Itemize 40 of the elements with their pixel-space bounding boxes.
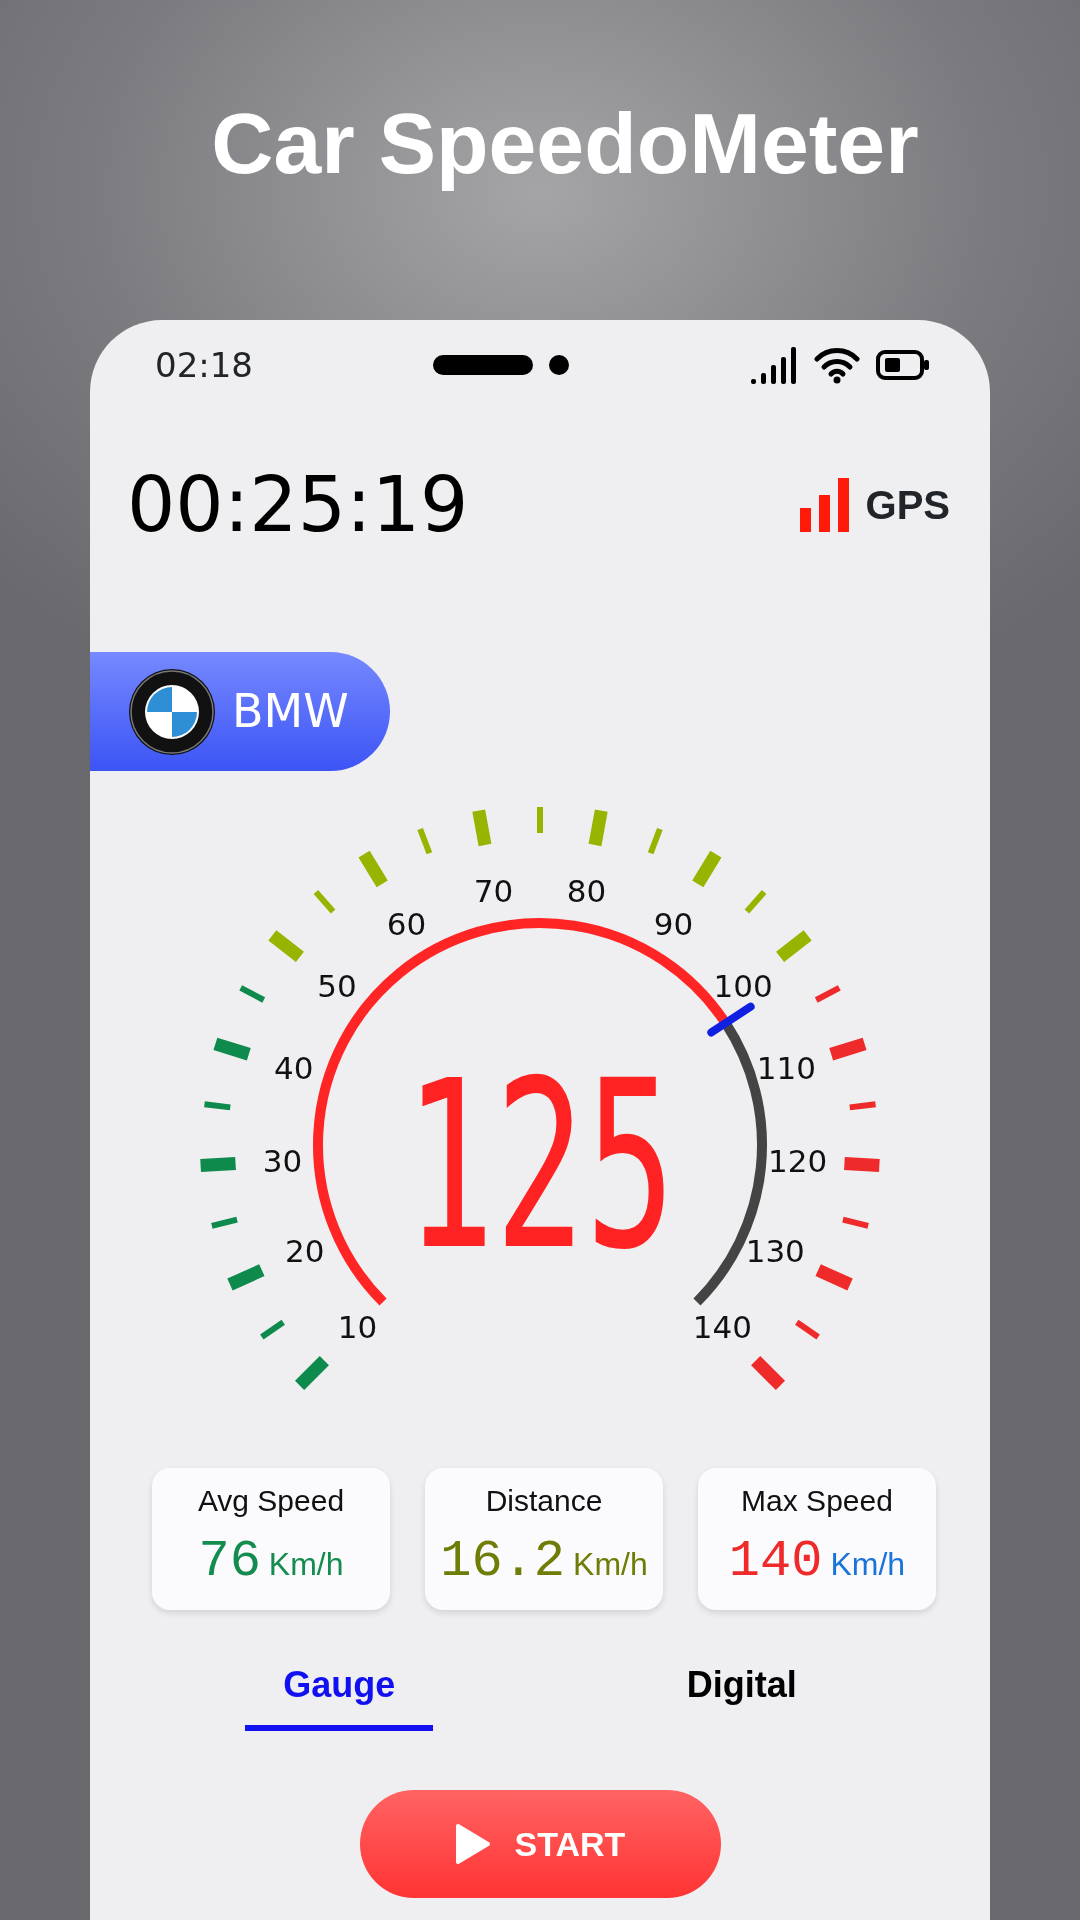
speed-reading: 125	[404, 1029, 676, 1301]
scale-label: 70	[473, 873, 514, 910]
gps-label: GPS	[865, 482, 950, 529]
scale-label: 80	[566, 873, 607, 910]
car-brand-pill[interactable]: BMW	[90, 652, 390, 771]
scale-label: 140	[692, 1309, 752, 1346]
logo-icon	[128, 667, 216, 756]
tab[interactable]: Gauge	[283, 1645, 396, 1725]
scale-label: 120	[767, 1142, 828, 1179]
car-brand-label: BMW	[232, 683, 349, 740]
scale-label: 40	[273, 1050, 314, 1087]
scale-label: 30	[262, 1142, 303, 1179]
scale-label: 50	[317, 967, 357, 1004]
stat-value: 16.2	[440, 1530, 566, 1593]
scale-label: 20	[285, 1232, 325, 1269]
stat-value: 140	[728, 1530, 823, 1593]
scale-label: 60	[386, 906, 427, 943]
unit-label: Km/h	[830, 1544, 906, 1584]
stat-label: Distance	[485, 1482, 603, 1519]
signal-bars-icon	[799, 478, 850, 532]
status-time: 02:18	[155, 343, 253, 387]
scale-label: 110	[756, 1050, 816, 1087]
play-icon	[454, 1823, 491, 1865]
scale-label: 100	[713, 967, 773, 1004]
stat-label: Max Speed	[741, 1482, 893, 1519]
camera-pill-icon	[433, 355, 534, 375]
scale-label: 130	[745, 1232, 805, 1269]
stat-label: Avg Speed	[197, 1482, 345, 1519]
timer-display: 00:25:19	[127, 459, 469, 551]
camera-dot-icon	[549, 355, 570, 375]
scale-label: 90	[653, 906, 694, 943]
battery-icon	[876, 350, 930, 380]
scale-label: 10	[337, 1309, 378, 1346]
wifi-icon	[814, 346, 860, 384]
app-title: Car SpeedoMeter	[210, 94, 920, 193]
unit-label: Km/h	[268, 1544, 344, 1584]
tab[interactable]: Digital	[686, 1645, 797, 1725]
cellular-signal-icon	[750, 345, 798, 385]
unit-label: Km/h	[573, 1544, 648, 1584]
stat-value: 76	[198, 1530, 261, 1593]
